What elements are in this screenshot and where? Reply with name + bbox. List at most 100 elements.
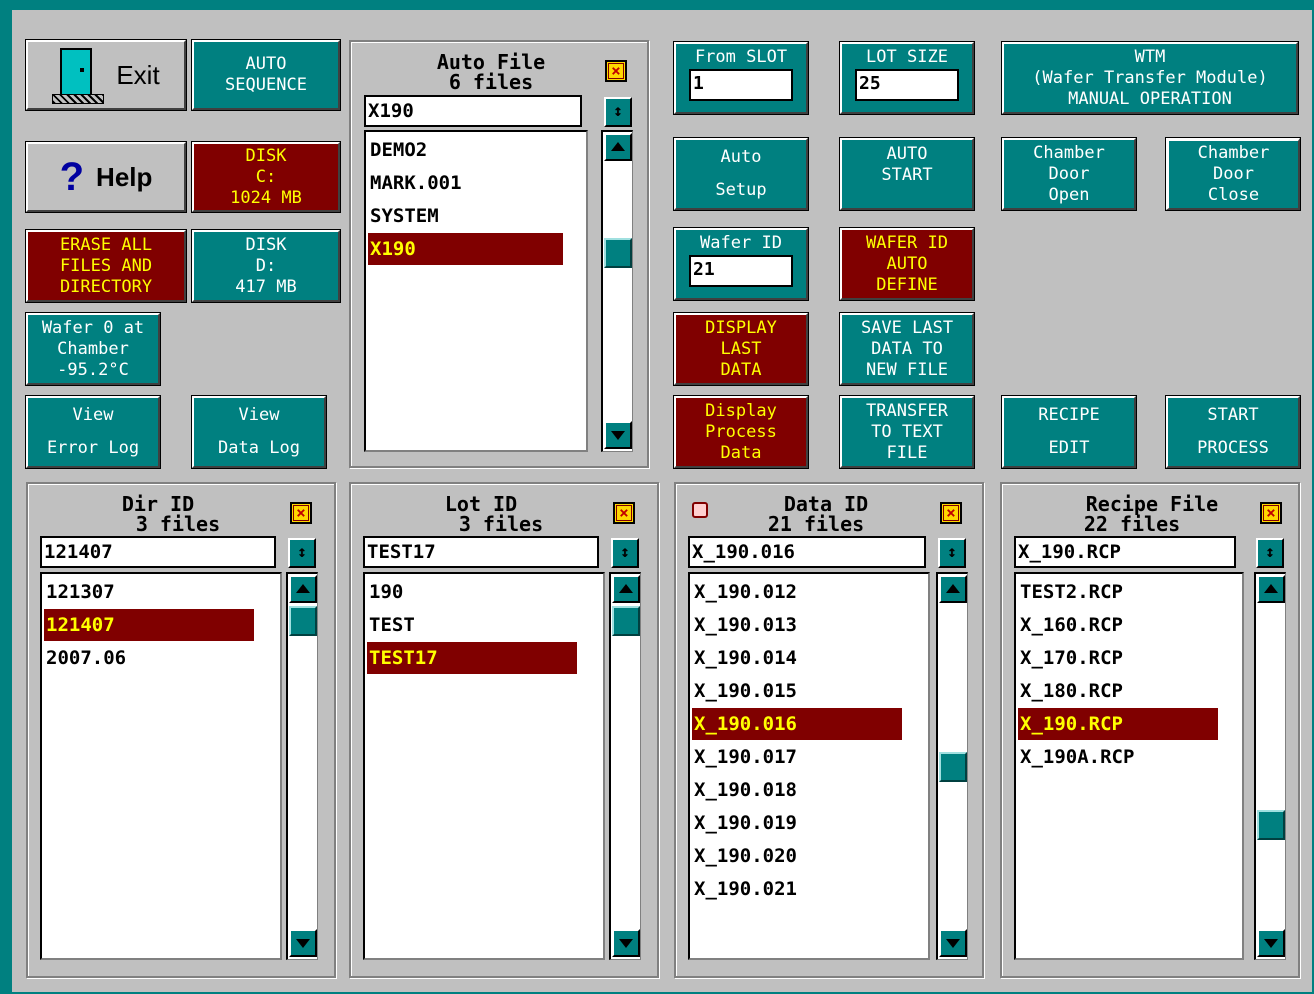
wafer-id-auto-define-button[interactable]: WAFER ID AUTO DEFINE — [839, 227, 975, 301]
close-icon[interactable]: × — [1260, 502, 1282, 524]
button-label-line: DEFINE — [876, 274, 938, 295]
list-item[interactable]: X_190.020 — [692, 840, 902, 872]
scroll-thumb[interactable] — [612, 606, 640, 636]
chamber-door-close-button[interactable]: Chamber Door Close — [1165, 137, 1301, 211]
button-label-line: SAVE LAST — [860, 317, 954, 338]
auto-sequence-button[interactable]: AUTO SEQUENCE — [191, 39, 341, 111]
scroll-thumb[interactable] — [289, 606, 317, 636]
list-item[interactable]: 121407 — [44, 609, 254, 641]
button-label-line: Data — [720, 442, 762, 463]
erase-all-button[interactable]: ERASE ALL FILES AND DIRECTORY — [25, 229, 187, 303]
display-last-data-button[interactable]: DISPLAY LAST DATA — [673, 312, 809, 386]
spin-icon[interactable]: ↕ — [611, 538, 639, 568]
scrollbar[interactable] — [609, 572, 641, 960]
scroll-up-icon[interactable] — [939, 575, 967, 603]
auto-file-input[interactable]: X190 — [364, 95, 582, 127]
list-item[interactable]: X_190.016 — [692, 708, 902, 740]
spin-icon[interactable]: ↕ — [938, 538, 966, 568]
button-label-line: AUTO — [886, 144, 928, 164]
list-item[interactable]: X_170.RCP — [1018, 642, 1218, 674]
list-item[interactable]: X_190.017 — [692, 741, 902, 773]
list-item[interactable]: X_190.014 — [692, 642, 902, 674]
button-label-line: Chamber — [1197, 143, 1270, 163]
auto-setup-button[interactable]: Auto Setup — [673, 137, 809, 211]
button-label-line: EDIT — [1048, 438, 1090, 458]
list-item[interactable]: TEST2.RCP — [1018, 576, 1218, 608]
list-item[interactable]: SYSTEM — [368, 200, 563, 232]
scrollbar[interactable] — [601, 130, 633, 452]
spin-icon[interactable]: ↕ — [604, 97, 632, 127]
list-item[interactable]: TEST — [367, 609, 577, 641]
disk-c-indicator: DISK C: 1024 MB — [191, 141, 341, 213]
close-icon[interactable]: × — [940, 502, 962, 524]
list-item[interactable]: MARK.001 — [368, 167, 563, 199]
list-item[interactable]: 2007.06 — [44, 642, 254, 674]
spin-icon[interactable]: ↕ — [1256, 538, 1284, 568]
lot-size-input[interactable]: 25 — [855, 69, 959, 101]
scroll-up-icon[interactable] — [612, 575, 640, 603]
lot-size-label: LOT SIZE — [866, 47, 948, 67]
close-icon[interactable]: × — [613, 502, 635, 524]
list-item[interactable]: X_190.012 — [692, 576, 902, 608]
scrollbar[interactable] — [1254, 572, 1286, 960]
panel-count: 6 files — [448, 70, 534, 94]
auto-start-button[interactable]: AUTO START — [839, 137, 975, 211]
view-data-log-button[interactable]: View Data Log — [191, 395, 327, 469]
scrollbar[interactable] — [286, 572, 318, 960]
scroll-down-icon[interactable] — [604, 421, 632, 449]
exit-button[interactable]: Exit — [25, 39, 187, 111]
chamber-door-open-button[interactable]: Chamber Door Open — [1001, 137, 1137, 211]
scrollbar[interactable] — [936, 572, 968, 960]
button-label-line: ERASE ALL — [59, 234, 153, 255]
scroll-up-icon[interactable] — [604, 133, 632, 161]
transfer-to-text-button[interactable]: TRANSFER TO TEXT FILE — [839, 395, 975, 469]
list-item[interactable]: X_190.019 — [692, 807, 902, 839]
list-item[interactable]: DEMO2 — [368, 134, 563, 166]
button-label-line: (Wafer Transfer Module) — [1032, 67, 1268, 88]
list-item[interactable]: X190 — [368, 233, 563, 265]
scroll-down-icon[interactable] — [289, 929, 317, 957]
button-label-line: START — [881, 165, 933, 185]
display-process-data-button[interactable]: Display Process Data — [673, 395, 809, 469]
recipe-edit-button[interactable]: RECIPE EDIT — [1001, 395, 1137, 469]
dir-id-list: 121307 121407 2007.06 — [40, 572, 282, 960]
list-item[interactable]: 121307 — [44, 576, 254, 608]
scroll-down-icon[interactable] — [612, 929, 640, 957]
scroll-thumb[interactable] — [1257, 810, 1285, 840]
view-error-log-button[interactable]: View Error Log — [25, 395, 161, 469]
spin-icon[interactable]: ↕ — [288, 538, 316, 568]
scroll-thumb[interactable] — [604, 238, 632, 268]
save-last-data-button[interactable]: SAVE LAST DATA TO NEW FILE — [839, 312, 975, 386]
list-item[interactable]: X_190.021 — [692, 873, 902, 905]
list-item[interactable]: TEST17 — [367, 642, 577, 674]
close-icon[interactable]: × — [290, 502, 312, 524]
button-label-line: PROCESS — [1197, 438, 1269, 458]
help-button[interactable]: ? Help — [25, 141, 187, 213]
list-item[interactable]: X_190.015 — [692, 675, 902, 707]
button-label-line: DATA TO — [871, 338, 943, 359]
scroll-thumb[interactable] — [939, 752, 967, 782]
start-process-button[interactable]: START PROCESS — [1165, 395, 1301, 469]
wtm-manual-button[interactable]: WTM (Wafer Transfer Module) MANUAL OPERATI… — [1001, 41, 1299, 115]
list-item[interactable]: X_190.013 — [692, 609, 902, 641]
dir-id-input[interactable]: 121407 — [40, 536, 276, 568]
scroll-down-icon[interactable] — [939, 929, 967, 957]
lot-id-input[interactable]: TEST17 — [363, 536, 599, 568]
panel-title: Recipe File — [1085, 492, 1219, 516]
from-slot-input[interactable]: 1 — [689, 69, 793, 101]
scroll-up-icon[interactable] — [289, 575, 317, 603]
wafer-id-input[interactable]: 21 — [689, 255, 793, 287]
button-label-line: Auto — [720, 147, 762, 167]
list-item[interactable]: X_190A.RCP — [1018, 741, 1218, 773]
list-item[interactable]: 190 — [367, 576, 577, 608]
list-item[interactable]: X_160.RCP — [1018, 609, 1218, 641]
list-item[interactable]: X_180.RCP — [1018, 675, 1218, 707]
close-icon[interactable]: × — [605, 60, 627, 82]
auto-file-panel: Auto File 6 files × X190 ↕ DEMO2 MARK.001… — [349, 40, 649, 468]
list-item[interactable]: X_190.RCP — [1018, 708, 1218, 740]
data-id-input[interactable]: X_190.016 — [688, 536, 926, 568]
scroll-up-icon[interactable] — [1257, 575, 1285, 603]
list-item[interactable]: X_190.018 — [692, 774, 902, 806]
recipe-file-input[interactable]: X_190.RCP — [1014, 536, 1236, 568]
scroll-down-icon[interactable] — [1257, 929, 1285, 957]
